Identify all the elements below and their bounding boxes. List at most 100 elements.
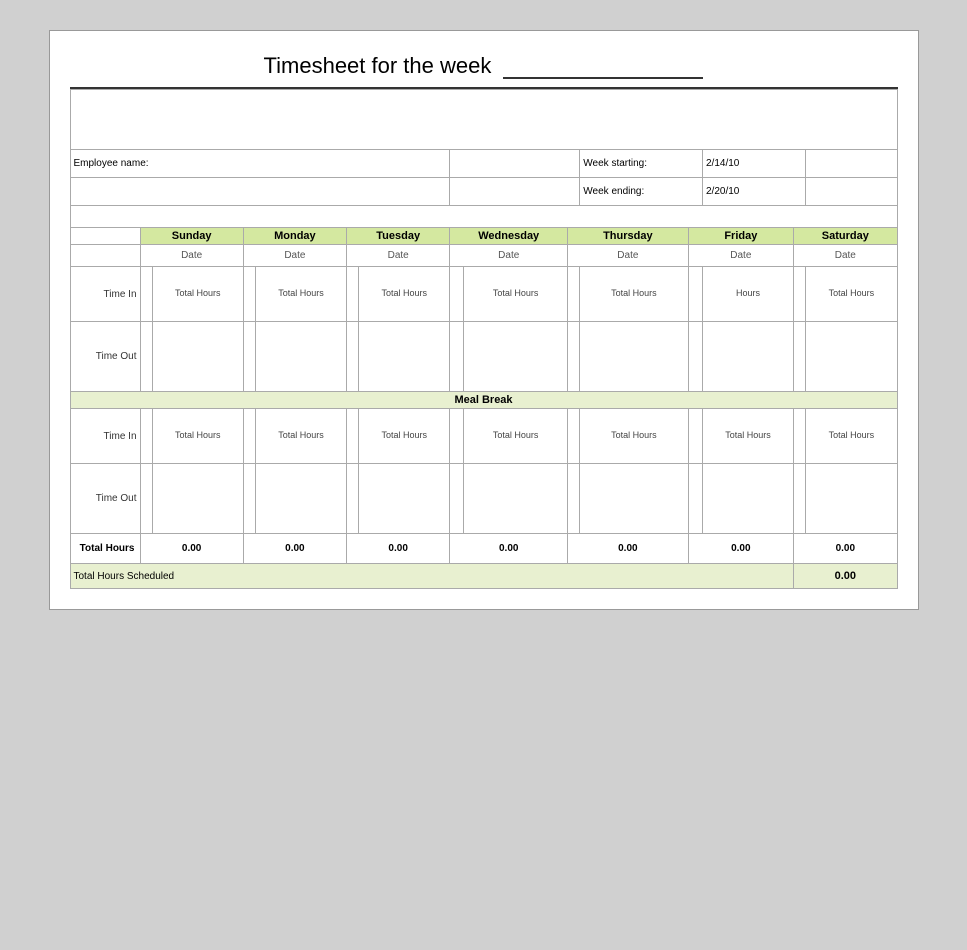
monday-timeout-1[interactable] <box>243 322 255 392</box>
thursday-timeout-th-2 <box>580 464 688 534</box>
sunday-total-1: Total Hours <box>152 267 243 322</box>
meal-break-row: Meal Break <box>70 392 897 409</box>
sunday-timeout-1[interactable] <box>140 322 152 392</box>
tuesday-timein-2[interactable] <box>347 409 359 464</box>
saturday-total-1: Total Hours <box>806 267 897 322</box>
tuesday-total-value: 0.00 <box>347 534 450 564</box>
wednesday-date: Date <box>450 245 568 267</box>
top-spacer-row <box>70 90 897 150</box>
tuesday-timeout-th-1 <box>359 322 450 392</box>
saturday-timeout-th-1 <box>806 322 897 392</box>
tuesday-timein-1[interactable] <box>347 267 359 322</box>
friday-header: Friday <box>688 228 794 245</box>
friday-date: Date <box>688 245 794 267</box>
scheduled-row: Total Hours Scheduled 0.00 <box>70 564 897 589</box>
sunday-total-2: Total Hours <box>152 409 243 464</box>
employee-label: Employee name: <box>70 150 450 178</box>
saturday-timeout-2[interactable] <box>794 464 806 534</box>
thursday-timeout-1[interactable] <box>568 322 580 392</box>
friday-timeout-2[interactable] <box>688 464 702 534</box>
scheduled-value: 0.00 <box>794 564 897 589</box>
week-starting-label: Week starting: <box>580 150 703 178</box>
friday-timein-2[interactable] <box>688 409 702 464</box>
thursday-total-1: Total Hours <box>580 267 688 322</box>
wednesday-timeout-th-2 <box>464 464 568 534</box>
wednesday-total-1: Total Hours <box>464 267 568 322</box>
sunday-timeout-2[interactable] <box>140 464 152 534</box>
friday-timeout-th-1 <box>702 322 793 392</box>
day-headers-row: Sunday Monday Tuesday Wednesday Thursday… <box>70 228 897 245</box>
tuesday-timeout-1[interactable] <box>347 322 359 392</box>
thursday-header: Thursday <box>568 228 688 245</box>
saturday-timeout-1[interactable] <box>794 322 806 392</box>
week-ending-row: Week ending: 2/20/10 <box>70 178 897 206</box>
friday-timein-1[interactable] <box>688 267 702 322</box>
thursday-timeout-2[interactable] <box>568 464 580 534</box>
main-table: Employee name: Week starting: 2/14/10 We… <box>70 89 898 589</box>
monday-header: Monday <box>243 228 346 245</box>
thursday-total-value: 0.00 <box>568 534 688 564</box>
monday-timein-1[interactable] <box>243 267 255 322</box>
friday-timeout-1[interactable] <box>688 322 702 392</box>
tuesday-header: Tuesday <box>347 228 450 245</box>
sunday-header: Sunday <box>140 228 243 245</box>
friday-timeout-th-2 <box>702 464 793 534</box>
employee-row: Employee name: Week starting: 2/14/10 <box>70 150 897 178</box>
wednesday-header: Wednesday <box>450 228 568 245</box>
scheduled-label: Total Hours Scheduled <box>70 564 794 589</box>
thursday-total-2: Total Hours <box>580 409 688 464</box>
title-text: Timesheet for the week <box>264 53 492 78</box>
tuesday-total-2: Total Hours <box>359 409 450 464</box>
thursday-date: Date <box>568 245 688 267</box>
monday-timein-2[interactable] <box>243 409 255 464</box>
saturday-total-2: Total Hours <box>806 409 897 464</box>
tuesday-timeout-2[interactable] <box>347 464 359 534</box>
time-in-row-1: Time In Total Hours Total Hours Total Ho… <box>70 267 897 322</box>
tuesday-timeout-th-2 <box>359 464 450 534</box>
wednesday-timein-1[interactable] <box>450 267 464 322</box>
blank-row-1 <box>70 206 897 228</box>
monday-total-1: Total Hours <box>255 267 346 322</box>
wednesday-total-value: 0.00 <box>450 534 568 564</box>
saturday-header: Saturday <box>794 228 897 245</box>
monday-timeout-th-1 <box>255 322 346 392</box>
time-in-label-1: Time In <box>70 267 140 322</box>
tuesday-date: Date <box>347 245 450 267</box>
title-underline <box>503 51 703 79</box>
friday-total-1: Hours <box>702 267 793 322</box>
monday-date: Date <box>243 245 346 267</box>
time-in-row-2: Time In Total Hours Total Hours Total Ho… <box>70 409 897 464</box>
saturday-timeout-th-2 <box>806 464 897 534</box>
week-ending-value: 2/20/10 <box>702 178 805 206</box>
friday-total-value: 0.00 <box>688 534 794 564</box>
wednesday-timeout-1[interactable] <box>450 322 464 392</box>
week-starting-value: 2/14/10 <box>702 150 805 178</box>
saturday-timein-1[interactable] <box>794 267 806 322</box>
saturday-timein-2[interactable] <box>794 409 806 464</box>
wednesday-timeout-th-1 <box>464 322 568 392</box>
sunday-timein-2[interactable] <box>140 409 152 464</box>
friday-total-2: Total Hours <box>702 409 793 464</box>
thursday-timeout-th-1 <box>580 322 688 392</box>
saturday-total-value: 0.00 <box>794 534 897 564</box>
sunday-timein-1[interactable] <box>140 267 152 322</box>
thursday-timein-2[interactable] <box>568 409 580 464</box>
page-title: Timesheet for the week <box>70 51 898 89</box>
monday-timeout-2[interactable] <box>243 464 255 534</box>
wednesday-timein-2[interactable] <box>450 409 464 464</box>
total-hours-row-label: Total Hours <box>70 534 140 564</box>
monday-total-2: Total Hours <box>255 409 346 464</box>
thursday-timein-1[interactable] <box>568 267 580 322</box>
sunday-timeout-th-1 <box>152 322 243 392</box>
wednesday-total-2: Total Hours <box>464 409 568 464</box>
wednesday-timeout-2[interactable] <box>450 464 464 534</box>
time-out-row-1: Time Out <box>70 322 897 392</box>
time-out-label-2: Time Out <box>70 464 140 534</box>
time-in-label-2: Time In <box>70 409 140 464</box>
sunday-timeout-th-2 <box>152 464 243 534</box>
saturday-date: Date <box>794 245 897 267</box>
monday-timeout-th-2 <box>255 464 346 534</box>
week-ending-label: Week ending: <box>580 178 703 206</box>
total-hours-row: Total Hours 0.00 0.00 0.00 0.00 0.00 0.0… <box>70 534 897 564</box>
timesheet-page: Timesheet for the week Employee name: We… <box>49 30 919 610</box>
